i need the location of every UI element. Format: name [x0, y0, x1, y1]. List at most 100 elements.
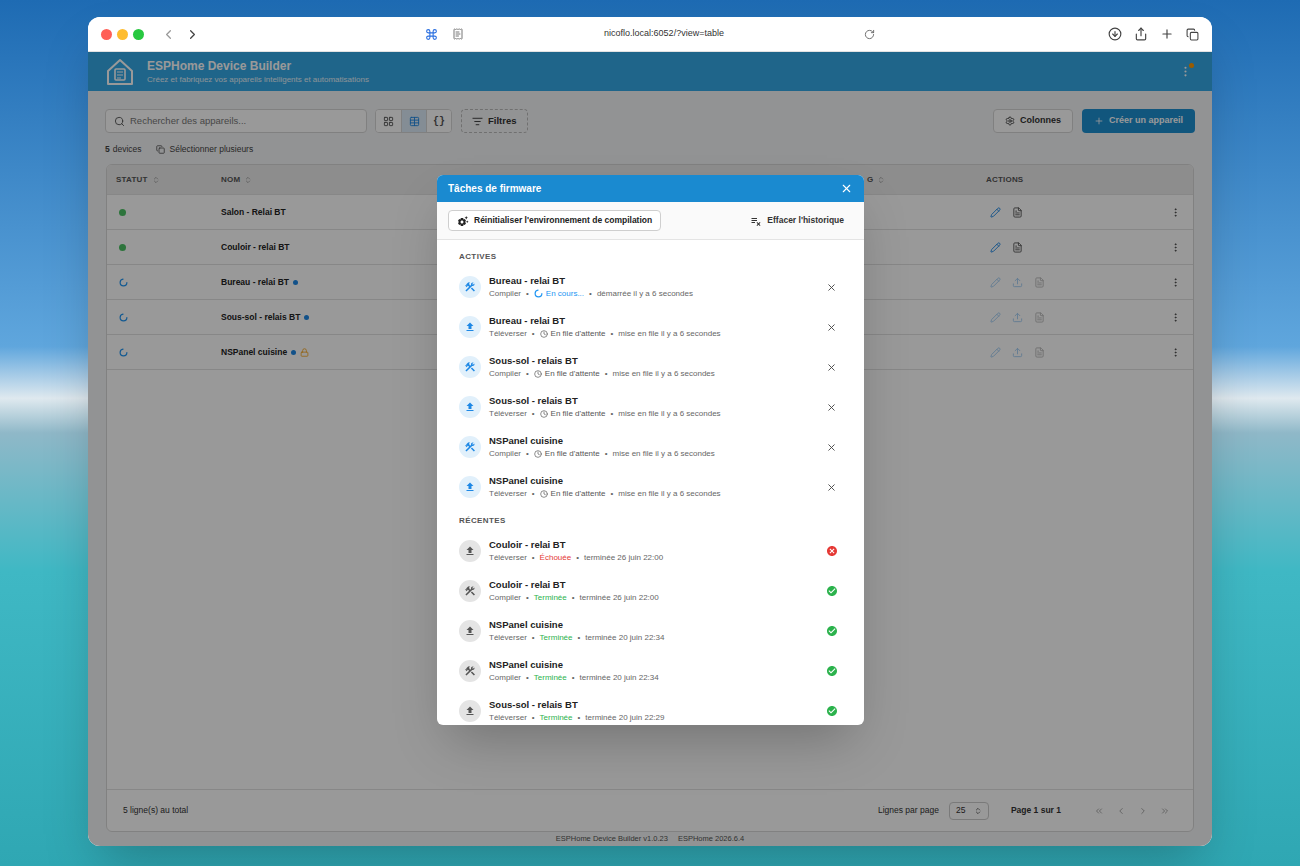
- task-status: En cours...: [546, 288, 584, 299]
- task-type-badge: [459, 476, 481, 498]
- task-item: Couloir - relai BTCompiler•Terminée•term…: [459, 571, 838, 611]
- task-section: RÉCENTESCouloir - relai BTTéléverser•Éch…: [459, 507, 838, 725]
- task-device: Sous-sol - relais BT: [489, 355, 715, 367]
- done-icon: [826, 665, 838, 677]
- task-device: NSPanel cuisine: [489, 475, 721, 487]
- upload-icon: [464, 481, 476, 493]
- browser-window: nicoflo.local:6052/?view=tableESPHome De…: [88, 17, 1212, 846]
- task-device: Bureau - relai BT: [489, 275, 693, 287]
- task-details: Téléverser•Échouée•terminée 26 juin 22:0…: [489, 552, 663, 563]
- section-title: ACTIVES: [459, 240, 838, 267]
- done-icon: [826, 585, 838, 597]
- cancel-icon[interactable]: [826, 482, 837, 493]
- task-details: Téléverser•En file d'attente•mise en fil…: [489, 408, 721, 419]
- task-type-badge: [459, 660, 481, 682]
- task-device: NSPanel cuisine: [489, 659, 659, 671]
- share-icon[interactable]: [1134, 27, 1148, 41]
- task-item: Sous-sol - relais BTTéléverser•Terminée•…: [459, 691, 838, 725]
- task-status: Terminée: [540, 712, 573, 723]
- back-icon[interactable]: [161, 27, 176, 42]
- task-details: Compiler•Terminée•terminée 20 juin 22:34: [489, 672, 659, 683]
- task-item: Sous-sol - relais BTCompiler•En file d'a…: [459, 347, 838, 387]
- close-icon[interactable]: [840, 182, 853, 195]
- task-item: Sous-sol - relais BTTéléverser•En file d…: [459, 387, 838, 427]
- task-item: Couloir - relai BTTéléverser•Échouée•ter…: [459, 531, 838, 571]
- new-tab-icon[interactable]: [1160, 27, 1174, 41]
- build-icon: [464, 281, 476, 293]
- address-bar[interactable]: nicoflo.local:6052/?view=table: [604, 27, 724, 41]
- extension-icon[interactable]: [425, 28, 438, 41]
- browser-toolbar: nicoflo.local:6052/?view=table: [88, 17, 1212, 52]
- upload-icon: [464, 545, 476, 557]
- task-item: NSPanel cuisineTéléverser•En file d'atte…: [459, 467, 838, 507]
- tabs-icon[interactable]: [1186, 28, 1199, 41]
- build-icon: [464, 361, 476, 373]
- task-details: Téléverser•Terminée•terminée 20 juin 22:…: [489, 712, 665, 723]
- dialog-toolbar: Réinitialiser l'environnement de compila…: [437, 202, 864, 240]
- clock-icon: [540, 410, 548, 418]
- task-status: En file d'attente: [545, 368, 600, 379]
- task-type-badge: [459, 620, 481, 642]
- task-type-badge: [459, 436, 481, 458]
- cancel-icon[interactable]: [826, 322, 837, 333]
- task-status: En file d'attente: [551, 328, 606, 339]
- dialog-title: Tâches de firmware: [448, 181, 541, 196]
- task-type-badge: [459, 396, 481, 418]
- failed-icon: [826, 545, 838, 557]
- close-button[interactable]: [101, 29, 112, 40]
- task-status: Terminée: [534, 672, 567, 683]
- task-device: Sous-sol - relais BT: [489, 699, 665, 711]
- task-type-badge: [459, 316, 481, 338]
- minimize-button[interactable]: [117, 29, 128, 40]
- task-section: ACTIVESBureau - relai BTCompiler•En cour…: [459, 240, 838, 507]
- task-device: Bureau - relai BT: [489, 315, 721, 327]
- build-icon: [464, 441, 476, 453]
- firmware-tasks-dialog: Tâches de firmware Réinitialiser l'enviro…: [437, 175, 864, 725]
- upload-icon: [464, 401, 476, 413]
- task-item: NSPanel cuisineTéléverser•Terminée•termi…: [459, 611, 838, 651]
- task-details: Compiler•En file d'attente•mise en file …: [489, 448, 715, 459]
- task-details: Compiler•Terminée•terminée 26 juin 22:00: [489, 592, 659, 603]
- task-details: Téléverser•En file d'attente•mise en fil…: [489, 328, 721, 339]
- upload-icon: [464, 321, 476, 333]
- task-status: Terminée: [540, 632, 573, 643]
- cancel-icon[interactable]: [826, 362, 837, 373]
- task-type-badge: [459, 700, 481, 722]
- task-device: NSPanel cuisine: [489, 435, 715, 447]
- task-status: Échouée: [540, 552, 572, 563]
- task-details: Téléverser•Terminée•terminée 20 juin 22:…: [489, 632, 665, 643]
- task-details: Compiler•En file d'attente•mise en file …: [489, 368, 715, 379]
- reload-icon[interactable]: [864, 29, 875, 40]
- build-icon: [464, 585, 476, 597]
- reader-icon[interactable]: [452, 28, 464, 40]
- spinner-icon: [534, 289, 543, 298]
- clear-list-icon: [750, 215, 762, 227]
- reset-build-button[interactable]: Réinitialiser l'environnement de compila…: [448, 210, 661, 231]
- forward-icon[interactable]: [185, 27, 200, 42]
- task-status: En file d'attente: [551, 408, 606, 419]
- section-title: RÉCENTES: [459, 507, 838, 531]
- downloads-icon[interactable]: [1108, 27, 1122, 41]
- task-device: Couloir - relai BT: [489, 579, 659, 591]
- clock-icon: [540, 490, 548, 498]
- cancel-icon[interactable]: [826, 402, 837, 413]
- task-item: NSPanel cuisineCompiler•Terminée•terminé…: [459, 651, 838, 691]
- task-item: Bureau - relai BTCompiler•En cours...•dé…: [459, 267, 838, 307]
- window-controls: [101, 29, 144, 40]
- clear-history-button[interactable]: Effacer l'historique: [750, 214, 853, 227]
- zoom-button[interactable]: [133, 29, 144, 40]
- upload-icon: [464, 705, 476, 717]
- build-icon: [464, 665, 476, 677]
- clock-icon: [540, 330, 548, 338]
- task-item: Bureau - relai BTTéléverser•En file d'at…: [459, 307, 838, 347]
- task-details: Compiler•En cours...•démarrée il y a 6 s…: [489, 288, 693, 299]
- cancel-icon[interactable]: [826, 282, 837, 293]
- task-type-badge: [459, 356, 481, 378]
- task-status: Terminée: [534, 592, 567, 603]
- done-icon: [826, 625, 838, 637]
- task-details: Téléverser•En file d'attente•mise en fil…: [489, 488, 721, 499]
- desktop: nicoflo.local:6052/?view=tableESPHome De…: [0, 0, 1300, 866]
- cancel-icon[interactable]: [826, 442, 837, 453]
- task-status: En file d'attente: [545, 448, 600, 459]
- task-device: Sous-sol - relais BT: [489, 395, 721, 407]
